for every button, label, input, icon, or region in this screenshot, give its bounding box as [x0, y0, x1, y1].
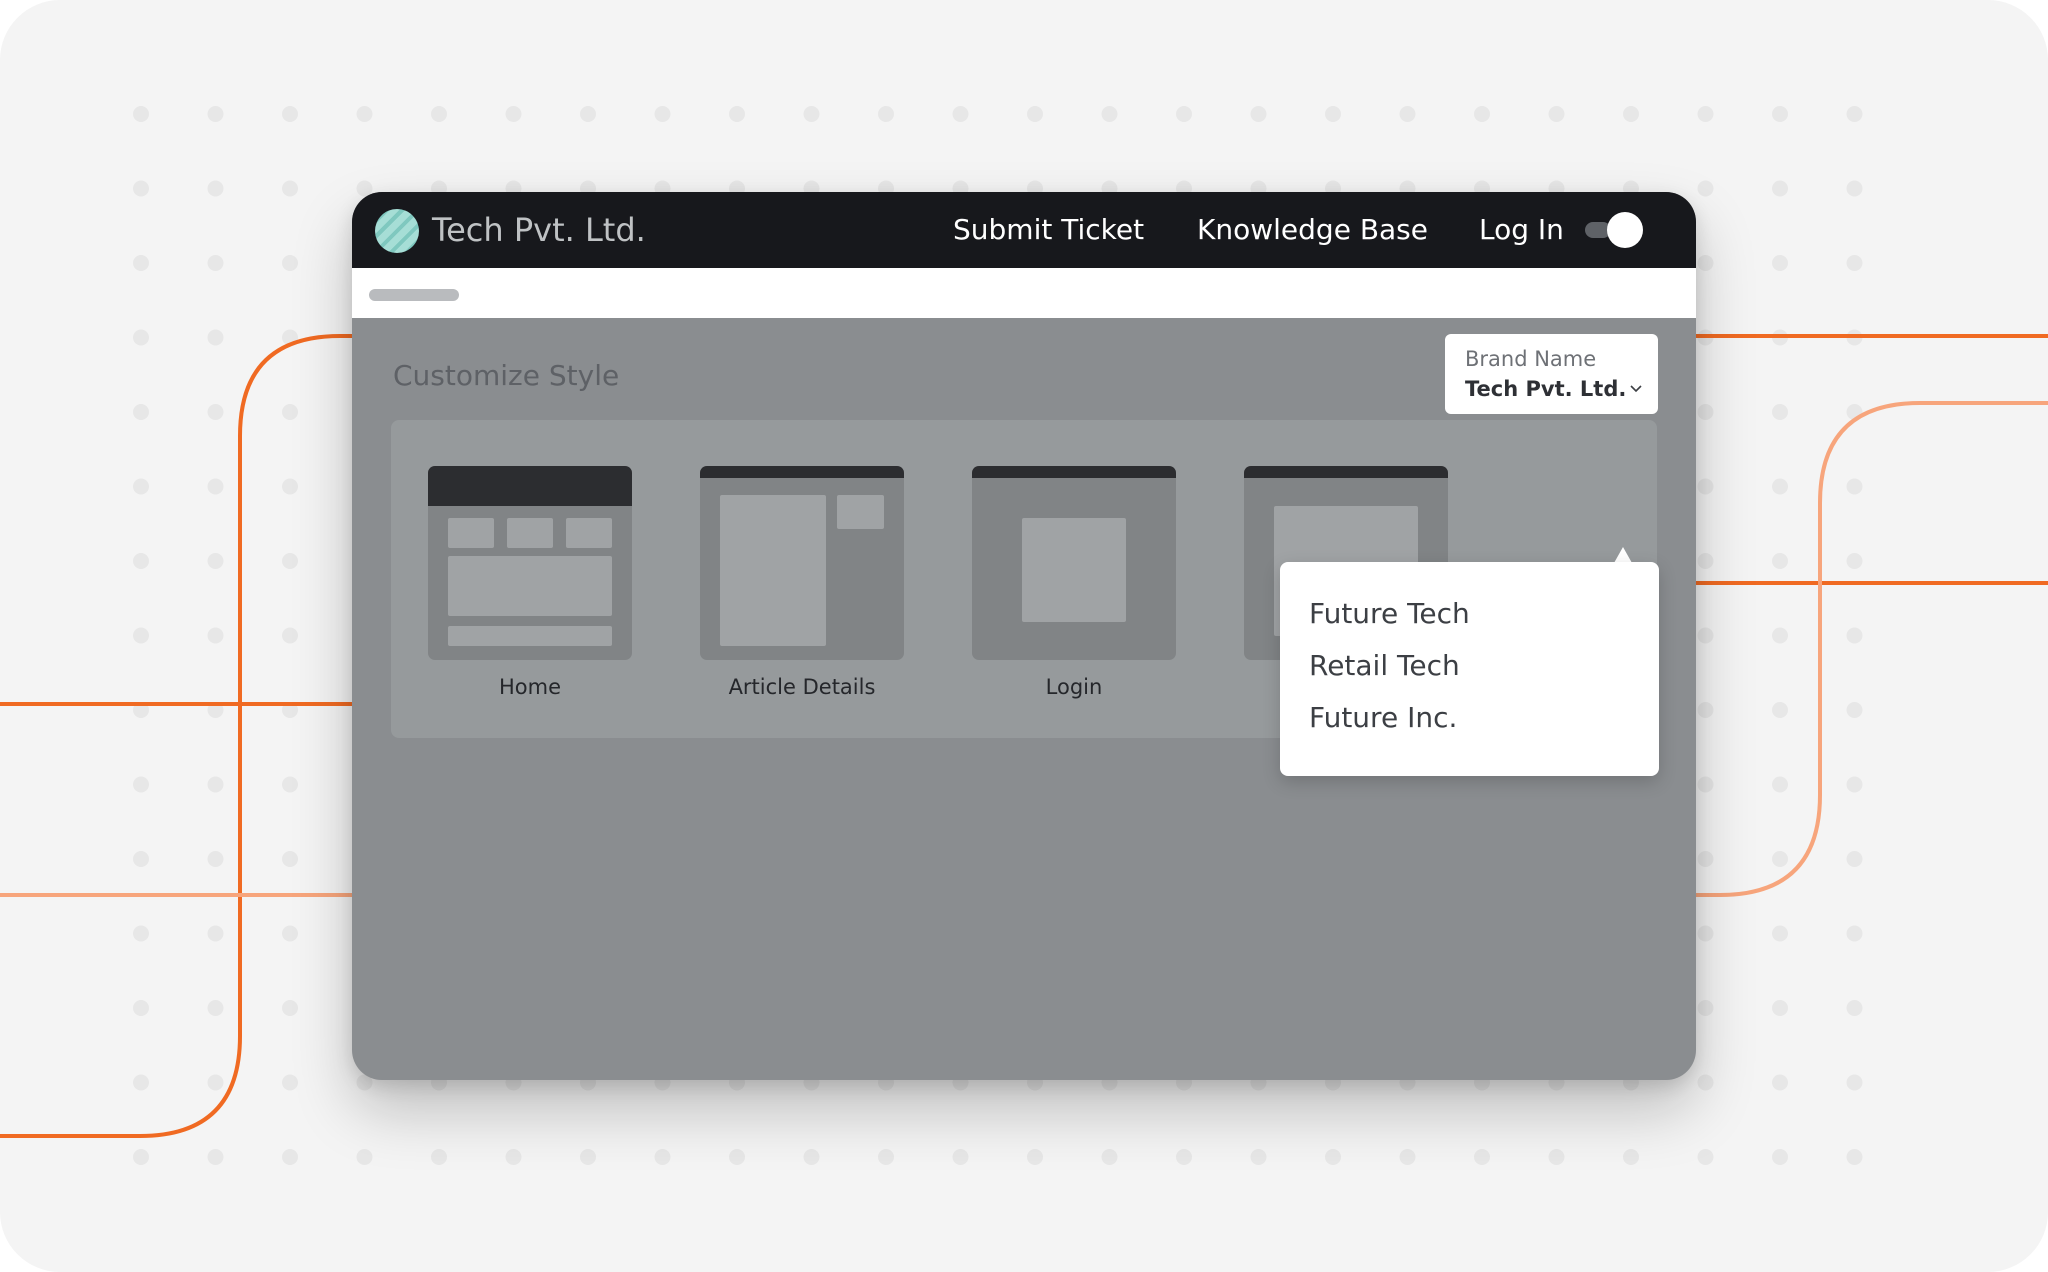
thumbnail-header-bar: [700, 466, 904, 478]
thumbnail-block: [448, 518, 494, 548]
thumbnail-header-bar: [1244, 466, 1448, 478]
template-label: Home: [498, 675, 561, 699]
logo-icon[interactable]: [375, 209, 419, 253]
page-title: Customize Style: [393, 359, 620, 392]
brand-title[interactable]: Tech Pvt. Ltd.: [432, 210, 646, 250]
template-label: Login: [1045, 675, 1103, 699]
brand-name-select[interactable]: Brand Name Tech Pvt. Ltd.: [1445, 334, 1658, 414]
nav-log-in[interactable]: Log In: [1479, 212, 1564, 248]
template-card-login[interactable]: Login: [972, 466, 1176, 699]
top-navigation-bar: Tech Pvt. Ltd. Submit Ticket Knowledge B…: [352, 192, 1696, 268]
thumbnail-header-bar: [428, 466, 632, 506]
thumbnail-block: [566, 518, 612, 548]
template-thumbnail-article-details: [700, 466, 904, 660]
thumbnail-block: [448, 556, 612, 616]
dropdown-option-retail-tech[interactable]: Retail Tech: [1309, 648, 1460, 684]
background-card: Tech Pvt. Ltd. Submit Ticket Knowledge B…: [0, 0, 2048, 1272]
chevron-down-icon: [1630, 385, 1642, 393]
dropdown-option-future-tech[interactable]: Future Tech: [1309, 596, 1470, 632]
template-card-article-details[interactable]: Article Details: [700, 466, 904, 699]
thumbnail-block: [507, 518, 553, 548]
thumbnail-block: [448, 626, 612, 646]
thumbnail-block: [720, 495, 826, 646]
thumbnail-block: [1022, 518, 1126, 622]
dropdown-option-future-inc[interactable]: Future Inc.: [1309, 700, 1457, 736]
nav-knowledge-base[interactable]: Knowledge Base: [1197, 212, 1428, 248]
brand-select-value: Tech Pvt. Ltd.: [1465, 377, 1627, 401]
thumbnail-header-bar: [972, 466, 1176, 478]
orange-rounded-line-left: [0, 334, 360, 1138]
app-window: Tech Pvt. Ltd. Submit Ticket Knowledge B…: [352, 192, 1696, 1080]
template-thumbnail-home: [428, 466, 632, 660]
sub-header-bar: [352, 268, 1696, 318]
template-card-home[interactable]: Home: [428, 466, 632, 699]
main-content: Customize Style Brand Name Tech Pvt. Ltd…: [352, 318, 1696, 1080]
theme-toggle-switch[interactable]: [1585, 212, 1643, 248]
template-label: Article Details: [728, 675, 876, 699]
nav-submit-ticket[interactable]: Submit Ticket: [953, 212, 1144, 248]
light-orange-rounded-line-right: [1690, 401, 2048, 897]
thumbnail-block: [837, 495, 884, 529]
template-thumbnail-login: [972, 466, 1176, 660]
toggle-knob: [1607, 212, 1643, 248]
breadcrumb-placeholder: [369, 289, 459, 301]
brand-select-label: Brand Name: [1465, 347, 1597, 371]
brand-dropdown-menu: Future Tech Retail Tech Future Inc.: [1280, 562, 1659, 776]
dropdown-caret: [1614, 547, 1632, 563]
illustration-stage: Tech Pvt. Ltd. Submit Ticket Knowledge B…: [0, 0, 2048, 1272]
